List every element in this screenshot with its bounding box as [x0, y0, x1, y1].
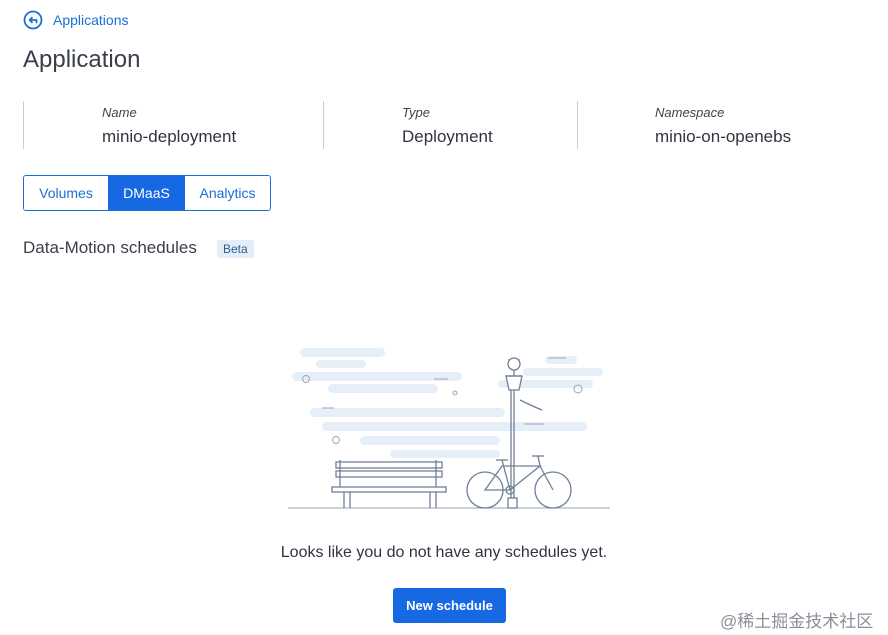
info-name-label: Name: [102, 105, 137, 120]
page-title: Application: [23, 46, 141, 73]
info-namespace-value: minio-on-openebs: [655, 127, 792, 146]
info-type-label: Type: [402, 105, 430, 120]
back-arrow-icon: [23, 10, 43, 30]
new-schedule-button[interactable]: New schedule: [393, 588, 506, 623]
bicycle: [466, 455, 572, 509]
back-link-label: Applications: [53, 12, 129, 28]
beta-badge: Beta: [217, 240, 254, 258]
info-type: Type Deployment: [323, 101, 577, 149]
info-namespace-label: Namespace: [655, 105, 725, 120]
application-info: Name minio-deployment Type Deployment Na…: [23, 101, 791, 149]
info-namespace: Namespace minio-on-openebs: [577, 101, 791, 149]
back-to-applications-link[interactable]: Applications: [23, 10, 129, 30]
info-name-value: minio-deployment: [102, 127, 237, 146]
tab-analytics[interactable]: Analytics: [184, 176, 270, 210]
empty-state-message: Looks like you do not have any schedules…: [280, 544, 608, 561]
application-tabs: Volumes DMaaS Analytics: [23, 175, 271, 211]
section-title: Data-Motion schedules: [23, 238, 197, 257]
bench-bicycle-lamppost-illustration: [288, 348, 610, 509]
tab-dmaas[interactable]: DMaaS: [108, 176, 184, 210]
watermark: @稀土掘金技术社区: [720, 612, 874, 631]
application-page: Applications Application Name minio-depl…: [0, 0, 888, 635]
bench: [331, 460, 447, 508]
tab-volumes[interactable]: Volumes: [24, 176, 108, 210]
info-type-value: Deployment: [402, 127, 493, 146]
info-name: Name minio-deployment: [23, 101, 323, 149]
